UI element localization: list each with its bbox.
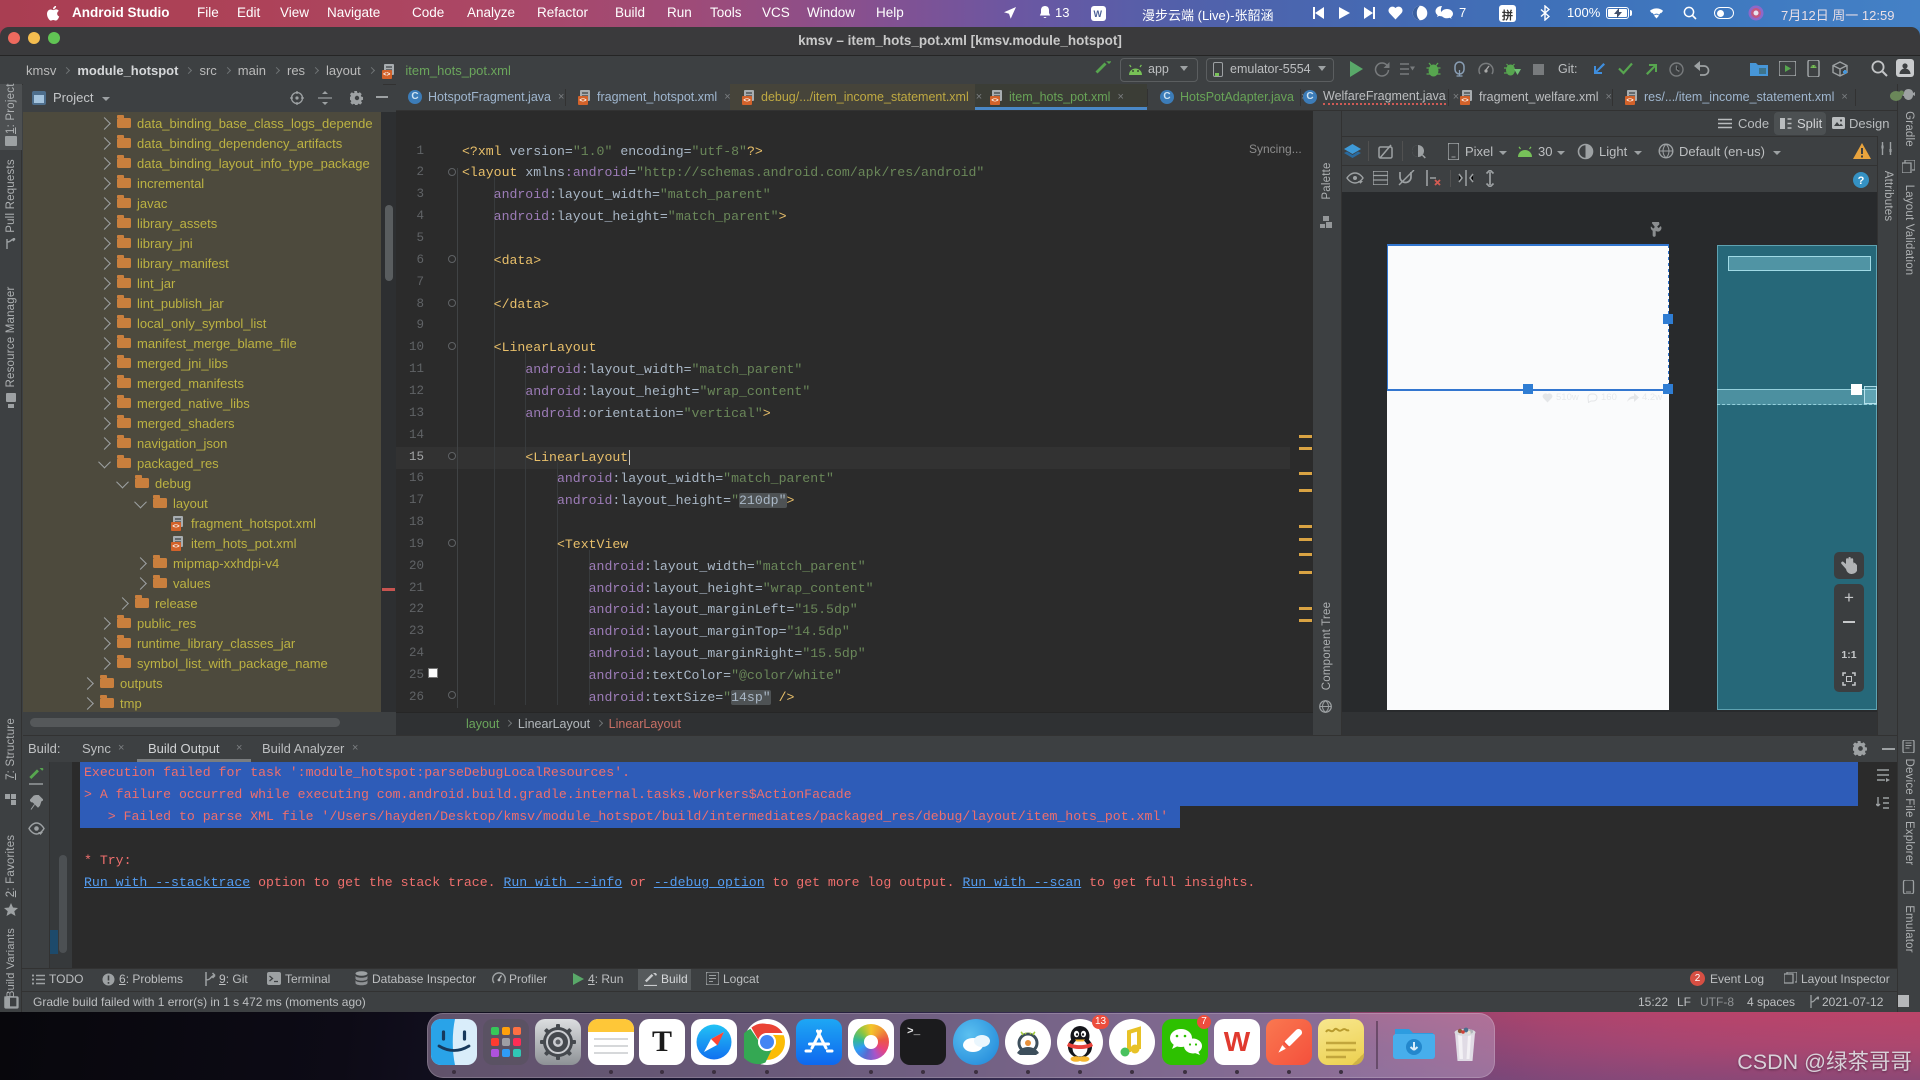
svg-text:?: ?	[1858, 175, 1865, 187]
